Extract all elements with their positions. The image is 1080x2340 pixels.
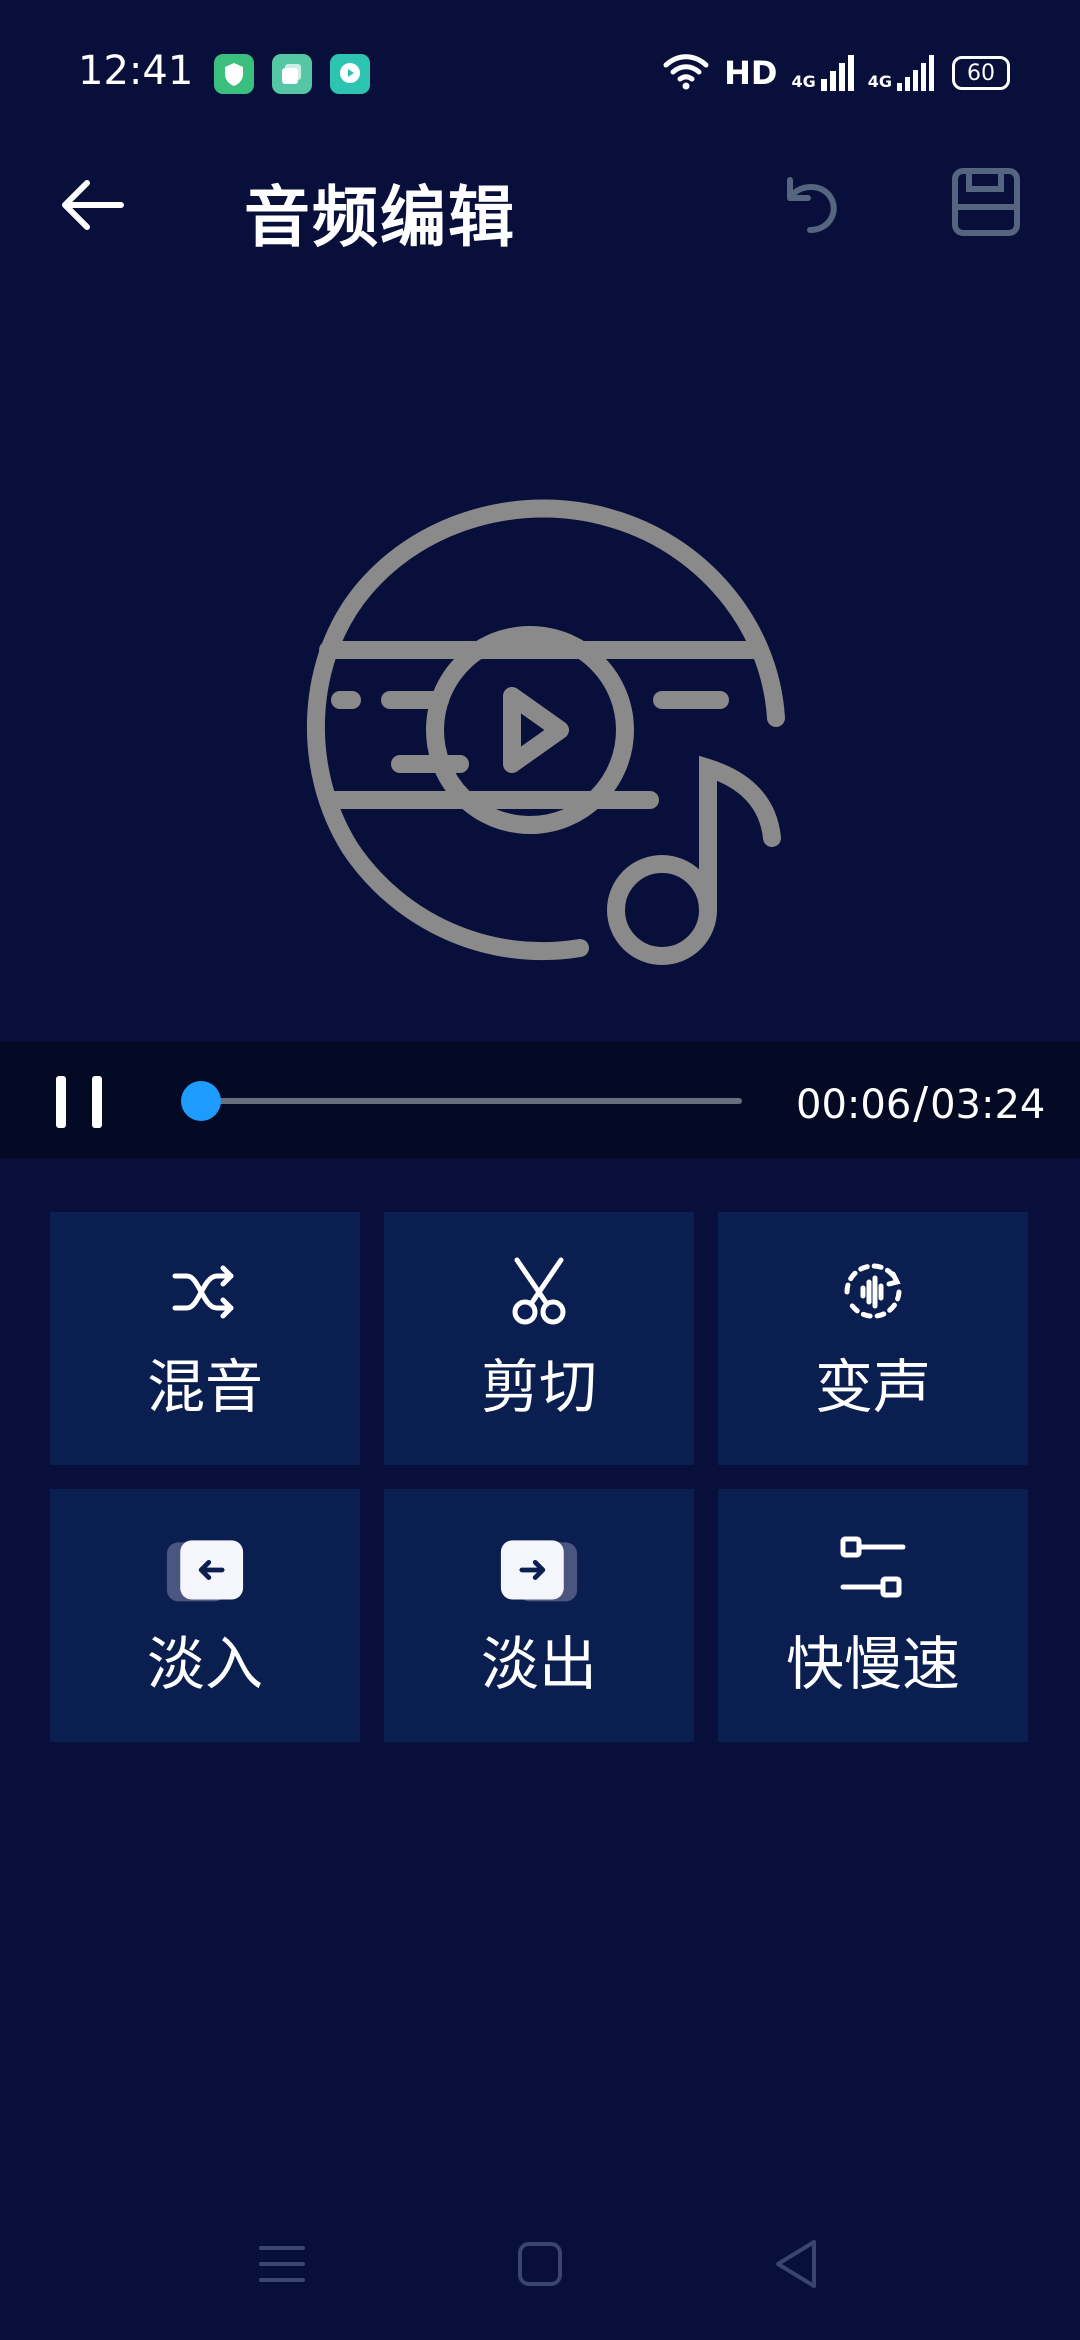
total-time: 03:24 xyxy=(930,1082,1046,1128)
back-arrow-icon xyxy=(57,175,127,239)
wifi-icon xyxy=(662,51,710,95)
system-back-button[interactable] xyxy=(756,2226,836,2306)
tool-label: 剪切 xyxy=(480,1353,597,1421)
tool-label: 快慢速 xyxy=(785,1630,960,1698)
scissors-icon xyxy=(499,1256,579,1328)
battery-level: 60 xyxy=(967,60,995,86)
tool-cut-button[interactable]: 剪切 xyxy=(384,1212,694,1465)
current-time: 00:06 xyxy=(796,1082,912,1128)
menu-lines-icon xyxy=(257,2242,307,2290)
shuffle-icon xyxy=(165,1256,245,1328)
home-button[interactable] xyxy=(500,2226,580,2306)
tool-fade-out-button[interactable]: 淡出 xyxy=(384,1489,694,1742)
network-type-label: 4G xyxy=(791,72,816,91)
tool-speed-button[interactable]: 快慢速 xyxy=(718,1489,1028,1742)
signal-2-icon: 4G xyxy=(868,55,938,91)
player-app-notification-icon xyxy=(330,54,370,94)
undo-icon xyxy=(776,170,844,242)
playback-bar: 00:06/03:24 xyxy=(0,1042,1080,1158)
music-disc-play-icon xyxy=(290,478,800,988)
tool-label: 淡出 xyxy=(480,1630,597,1698)
tool-fade-in-button[interactable]: 淡入 xyxy=(50,1489,360,1742)
network-type-label: 4G xyxy=(867,72,892,91)
hd-voice-label: HD xyxy=(724,54,778,92)
undo-button[interactable] xyxy=(770,166,850,246)
progress-thumb[interactable] xyxy=(180,1081,221,1121)
save-icon xyxy=(951,167,1021,241)
save-button[interactable] xyxy=(946,164,1026,244)
square-home-icon xyxy=(516,2240,564,2292)
pause-icon xyxy=(56,1076,66,1128)
recent-apps-button[interactable] xyxy=(242,2226,322,2306)
system-navigation-bar xyxy=(0,2190,1080,2340)
status-time: 12:41 xyxy=(78,48,194,94)
edit-tools-grid: 混音 剪切 变声 淡入 淡出 快慢速 xyxy=(50,1212,1030,1742)
progress-track[interactable] xyxy=(184,1098,742,1104)
status-bar: 12:41 HD 4G 4G 60 xyxy=(0,0,1080,150)
voice-change-icon xyxy=(833,1256,913,1328)
app-bar: 音频编辑 xyxy=(0,150,1080,260)
shield-app-notification-icon xyxy=(214,54,254,94)
fade-in-icon xyxy=(165,1533,245,1605)
tool-label: 变声 xyxy=(814,1353,931,1421)
gallery-app-notification-icon xyxy=(272,54,312,94)
time-separator: / xyxy=(913,1078,929,1129)
pause-icon xyxy=(92,1076,102,1128)
battery-indicator: 60 xyxy=(952,56,1010,90)
back-button[interactable] xyxy=(52,172,132,242)
triangle-back-icon xyxy=(772,2238,820,2294)
time-readout: 00:06/03:24 xyxy=(796,1078,1045,1129)
tool-mix-button[interactable]: 混音 xyxy=(50,1212,360,1465)
fade-out-icon xyxy=(499,1533,579,1605)
signal-1-icon: 4G xyxy=(791,55,854,91)
pause-button[interactable] xyxy=(52,1072,108,1132)
tool-label: 淡入 xyxy=(146,1630,263,1698)
tool-label: 混音 xyxy=(146,1353,263,1421)
speed-sliders-icon xyxy=(833,1533,913,1605)
page-title: 音频编辑 xyxy=(244,179,516,256)
tool-voice-change-button[interactable]: 变声 xyxy=(718,1212,1028,1465)
system-status-icons: HD 4G 4G 60 xyxy=(662,50,1010,96)
